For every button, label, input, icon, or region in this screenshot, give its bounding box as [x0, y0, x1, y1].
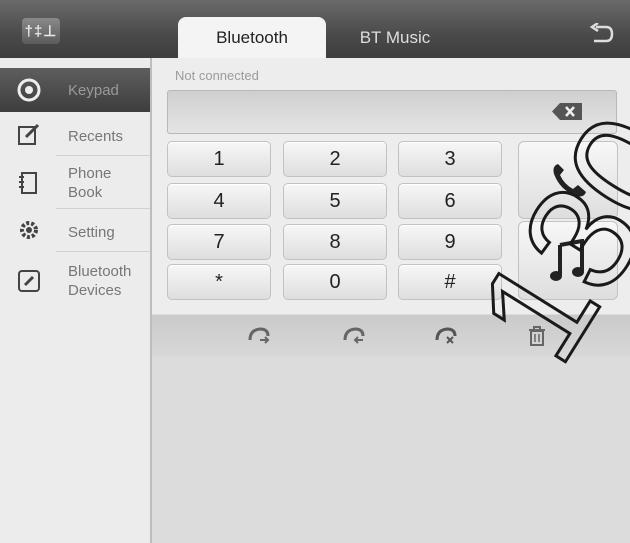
sidebar: Keypad Recents Phone Book Setting Blueto…: [0, 58, 152, 543]
divider: [56, 155, 150, 156]
call-transfer-icon: [248, 327, 270, 344]
key-label: 3: [444, 147, 456, 170]
bt-music-button[interactable]: [518, 221, 618, 300]
key-label: #: [444, 270, 456, 293]
call-end-icon: [435, 327, 457, 344]
back-button[interactable]: [584, 20, 618, 48]
tab-bt-music-label: BT Music: [359, 27, 431, 47]
hang-up-button[interactable]: [431, 322, 461, 350]
trash-icon: [529, 326, 545, 346]
phone-icon: [553, 164, 586, 197]
tab-bluetooth[interactable]: Bluetooth: [178, 17, 326, 58]
key-label: 7: [213, 230, 225, 253]
key-7[interactable]: 7: [167, 224, 271, 260]
top-bar: †‡⊥ Bluetooth BT Music: [0, 0, 630, 58]
sidebar-item-recents[interactable]: Recents: [0, 118, 150, 154]
divider: [56, 208, 150, 209]
recents-icon: [16, 121, 42, 147]
delete-button[interactable]: [522, 322, 552, 350]
phonebook-icon: [16, 170, 42, 196]
key-5[interactable]: 5: [283, 183, 387, 219]
connection-status: Not connected: [175, 68, 259, 83]
keypad-icon: [16, 77, 42, 103]
call-button[interactable]: [518, 141, 618, 219]
call-switch-icon: [343, 327, 365, 344]
key-2[interactable]: 2: [283, 141, 387, 177]
sidebar-item-label: Setting: [68, 224, 115, 241]
call-action-bar: [152, 315, 630, 357]
sidebar-item-label: Bluetooth Devices: [68, 263, 132, 299]
sidebar-item-label: Phone Book: [68, 165, 112, 201]
music-note-icon: [550, 238, 584, 281]
number-display[interactable]: [167, 90, 617, 134]
key-star[interactable]: *: [167, 264, 271, 300]
switch-audio-button[interactable]: [339, 322, 369, 350]
key-6[interactable]: 6: [398, 183, 502, 219]
key-label: 8: [329, 230, 341, 253]
key-label: 2: [329, 147, 341, 170]
sidebar-item-label: Recents: [68, 128, 124, 145]
key-3[interactable]: 3: [398, 141, 502, 177]
backspace-icon: [552, 103, 582, 120]
key-8[interactable]: 8: [283, 224, 387, 260]
key-label: 4: [213, 189, 225, 212]
key-label: 0: [329, 270, 341, 293]
sidebar-item-phonebook[interactable]: Phone Book: [0, 160, 150, 206]
sidebar-item-keypad[interactable]: Keypad: [0, 68, 150, 112]
equalizer-button[interactable]: †‡⊥: [22, 18, 60, 44]
key-hash[interactable]: #: [398, 264, 502, 300]
backspace-button[interactable]: [552, 103, 582, 120]
tab-bluetooth-label: Bluetooth: [216, 27, 288, 47]
sidebar-item-setting[interactable]: Setting: [0, 214, 150, 250]
sidebar-item-bluetooth-devices[interactable]: Bluetooth Devices: [0, 256, 150, 302]
key-label: 6: [444, 189, 456, 212]
key-label: 5: [329, 189, 341, 212]
link-icon: [16, 268, 42, 294]
key-1[interactable]: 1: [167, 141, 271, 177]
transfer-call-button[interactable]: [244, 322, 274, 350]
divider: [56, 251, 150, 252]
key-label: 1: [213, 147, 225, 170]
tab-bt-music[interactable]: BT Music: [330, 17, 460, 58]
key-label: *: [215, 270, 223, 293]
key-0[interactable]: 0: [283, 264, 387, 300]
back-arrow-icon: [589, 23, 614, 43]
equalizer-icon: †‡⊥: [24, 23, 58, 40]
key-label: 9: [444, 230, 456, 253]
sidebar-item-label: Keypad: [68, 82, 119, 99]
gear-icon: [16, 217, 42, 243]
key-9[interactable]: 9: [398, 224, 502, 260]
app-window: †‡⊥ Bluetooth BT Music Keypad Recents Ph…: [0, 0, 630, 543]
key-4[interactable]: 4: [167, 183, 271, 219]
